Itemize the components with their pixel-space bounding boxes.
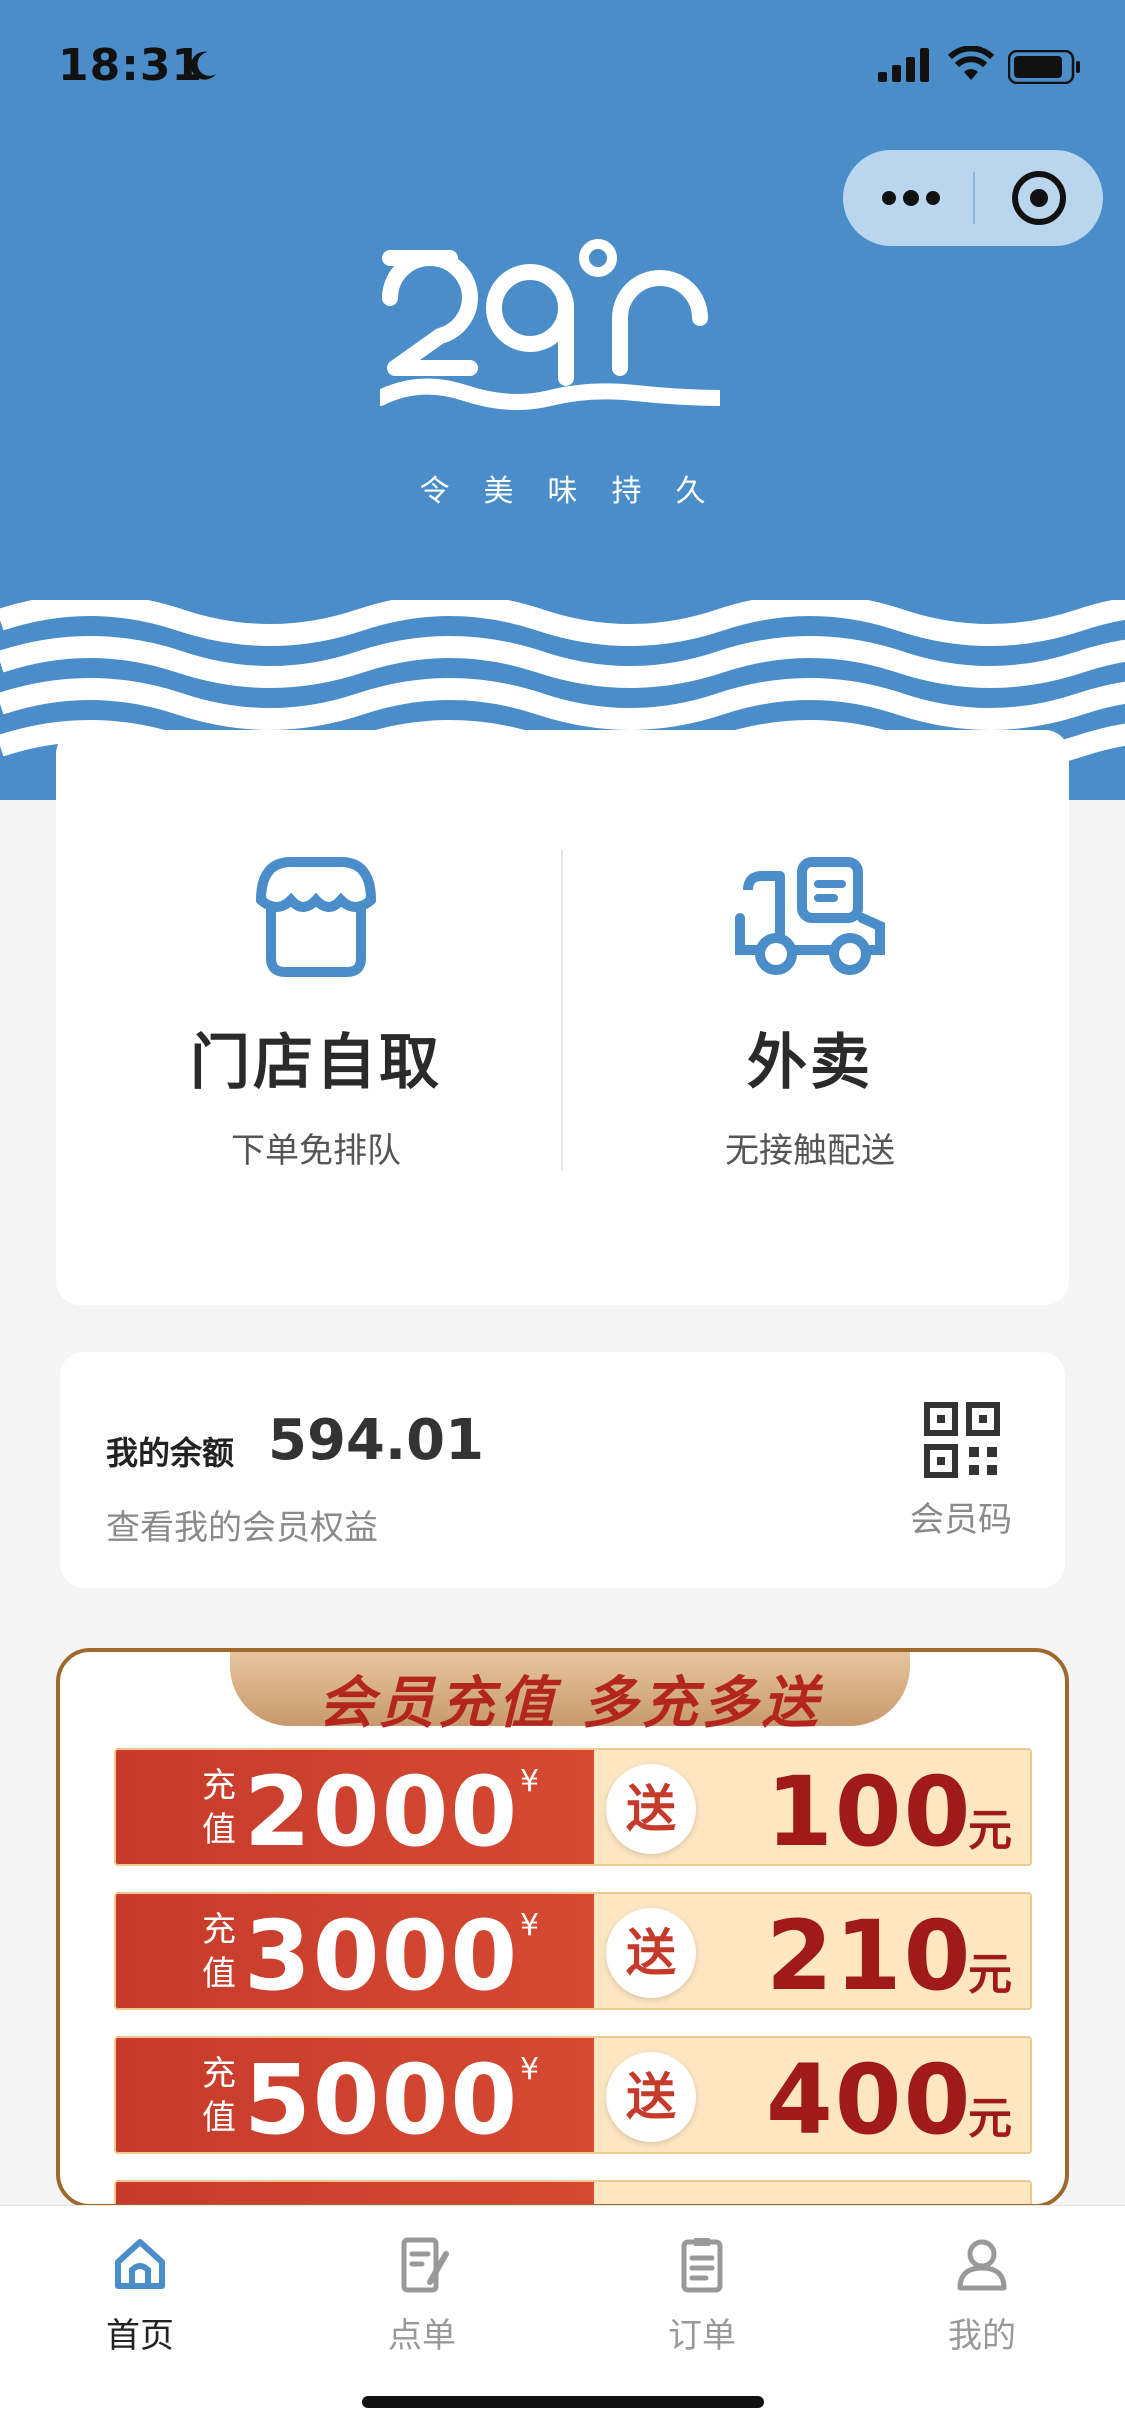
member-code-label[interactable]: 会员码 — [910, 1492, 1012, 1541]
tier-currency: ¥ — [520, 1908, 540, 1943]
tier-give-badge: 送 — [606, 1908, 696, 1998]
tab-home-label: 首页 — [106, 2316, 174, 2356]
tier-unit: 元 — [968, 1805, 1012, 1856]
storefront-icon — [256, 857, 376, 977]
tab-profile-label: 我的 — [948, 2316, 1016, 2356]
service-divider — [561, 850, 563, 1170]
tier-unit: 元 — [968, 2093, 1012, 2144]
tab-order-menu[interactable]: 点单 — [322, 2234, 522, 2357]
tier-bonus: 400 — [766, 2044, 973, 2154]
tab-profile[interactable]: 我的 — [882, 2234, 1082, 2357]
tier-give-badge: 送 — [606, 1764, 696, 1854]
tab-orders-label: 订单 — [668, 2316, 736, 2356]
tier-amount: 3000 — [244, 1900, 520, 2010]
miniprogram-capsule — [843, 150, 1103, 246]
clipboard-icon — [681, 2238, 723, 2293]
balance-value: 594.01 — [268, 1408, 485, 1473]
member-benefits-link[interactable]: 查看我的会员权益 — [106, 1500, 378, 1549]
wifi-icon — [948, 46, 994, 80]
recharge-tier-partial[interactable] — [114, 2180, 1032, 2204]
tab-order-menu-label: 点单 — [388, 2316, 456, 2356]
tier-give-badge: 送 — [606, 2052, 696, 2142]
delivery-subtitle: 无接触配送 — [725, 1131, 895, 1171]
battery-icon — [1008, 50, 1080, 84]
pickup-subtitle: 下单免排队 — [231, 1131, 401, 1171]
tier-unit: 元 — [968, 1949, 1012, 2000]
delivery-option[interactable]: 外卖 无接触配送 — [570, 840, 1050, 1172]
more-icon[interactable] — [881, 184, 941, 212]
recharge-tier[interactable]: 充值 5000 ¥ 送 400 元 — [114, 2036, 1032, 2154]
capsule-divider — [973, 172, 975, 224]
recharge-tier[interactable]: 充值 3000 ¥ 送 210 元 — [114, 1892, 1032, 2010]
close-miniprogram-icon[interactable] — [1009, 168, 1069, 228]
balance-label: 我的余额 — [106, 1434, 235, 1472]
home-icon — [115, 2239, 165, 2289]
pickup-option[interactable]: 门店自取 下单免排队 — [76, 840, 556, 1172]
tab-home[interactable]: 首页 — [40, 2234, 240, 2357]
cellular-signal-icon — [878, 48, 929, 82]
order-menu-icon — [401, 2237, 449, 2293]
tier-amount: 2000 — [244, 1756, 520, 1866]
tier-bonus: 100 — [766, 1756, 973, 1866]
service-card: 门店自取 下单免排队 外卖 无接触配送 — [56, 730, 1069, 1305]
delivery-title: 外卖 — [747, 1028, 873, 1098]
promo-title-bar: 会员充值 多充多送 — [230, 1652, 910, 1736]
brand-logo-29c — [380, 239, 720, 410]
home-indicator — [362, 2396, 764, 2408]
tier-amount: 5000 — [244, 2044, 520, 2154]
brand-header: 18:31 令美味持久 — [0, 0, 1125, 800]
tier-prefix: 充值 — [202, 1910, 236, 1994]
promo-title: 会员充值 多充多送 — [318, 1671, 822, 1736]
balance-card[interactable]: 我的余额 594.01 查看我的会员权益 会员码 — [60, 1352, 1065, 1588]
moon-icon — [190, 51, 216, 80]
profile-icon — [957, 2239, 1007, 2291]
tier-bonus: 210 — [766, 1900, 973, 2010]
qr-code-icon[interactable] — [924, 1402, 1000, 1478]
brand-slogan: 令美味持久 — [419, 474, 740, 509]
delivery-truck-icon — [735, 857, 885, 975]
pickup-title: 门店自取 — [190, 1028, 442, 1098]
recharge-promo-banner[interactable]: 会员充值 多充多送 充值 2000 ¥ 送 100 元 充值 3000 ¥ 送 … — [56, 1648, 1069, 2208]
tier-prefix: 充值 — [202, 1766, 236, 1850]
tier-currency: ¥ — [520, 1764, 540, 1799]
tier-currency: ¥ — [520, 2052, 540, 2087]
recharge-tier[interactable]: 充值 2000 ¥ 送 100 元 — [114, 1748, 1032, 1866]
status-time: 18:31 — [58, 40, 204, 91]
tier-prefix: 充值 — [202, 2054, 236, 2138]
status-bar: 18:31 — [0, 0, 1125, 140]
tab-orders[interactable]: 订单 — [602, 2234, 802, 2357]
